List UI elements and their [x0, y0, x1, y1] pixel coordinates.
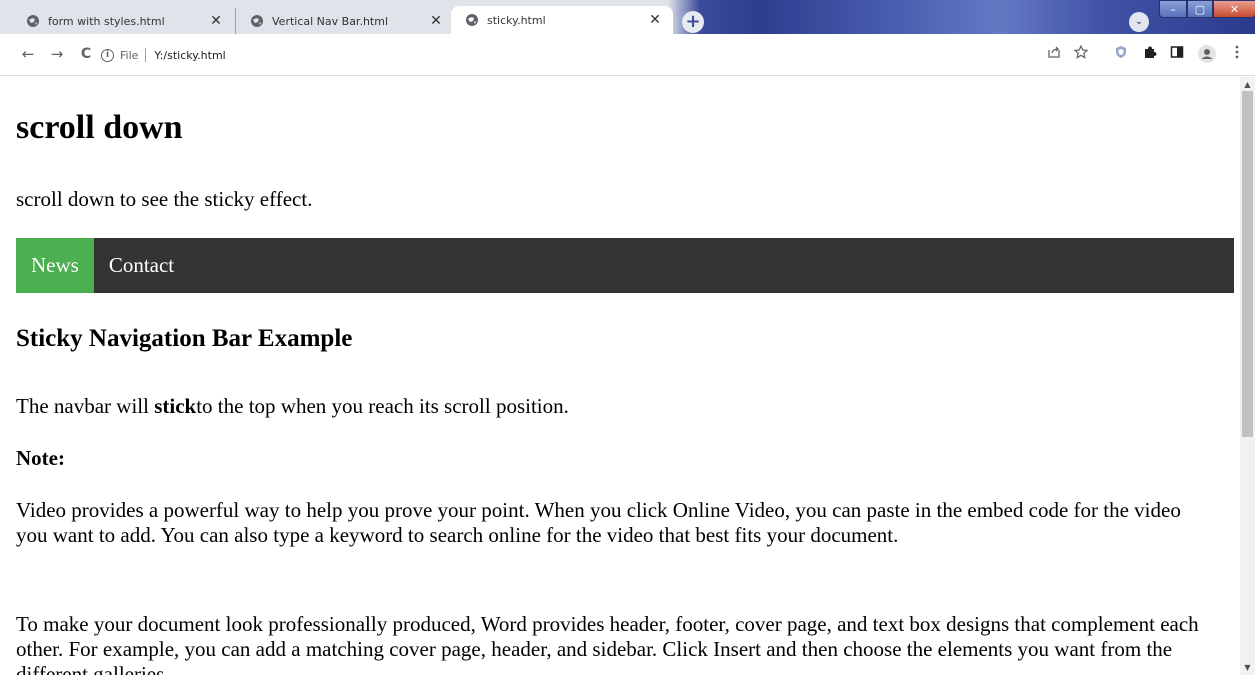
puzzle-extensions-icon[interactable] — [1141, 45, 1159, 63]
globe-icon — [251, 15, 263, 27]
scheme-label: File — [120, 48, 139, 62]
address-bar[interactable]: i File Y:/sticky.html — [101, 40, 1101, 70]
info-icon[interactable]: i — [101, 48, 114, 62]
forward-button[interactable]: → — [47, 44, 67, 64]
browser-toolbar: ← → C i File Y:/sticky.html — [0, 34, 1255, 76]
tab-vertical-nav-bar[interactable]: Vertical Nav Bar.html ✕ — [235, 8, 454, 34]
scrollbar-thumb[interactable] — [1242, 91, 1253, 437]
sentence-after: to the top when you reach its scroll pos… — [196, 394, 569, 418]
back-button[interactable]: ← — [18, 44, 38, 64]
page-intro: scroll down to see the sticky effect. — [16, 187, 313, 211]
address-text[interactable]: Y:/sticky.html — [154, 49, 225, 62]
page-viewport: scroll down scroll down to see the stick… — [0, 77, 1240, 675]
nav-link-contact[interactable]: Contact — [94, 238, 189, 293]
sentence-bold: stick — [154, 394, 197, 418]
window-controls: – ▢ ✕ — [1159, 0, 1255, 20]
tab-form-with-styles[interactable]: form with styles.html ✕ — [12, 8, 234, 34]
share-icon[interactable] — [1045, 45, 1063, 63]
tab-strip: form with styles.html ✕ Vertical Nav Bar… — [0, 0, 1255, 34]
tab-title: sticky.html — [487, 13, 546, 27]
reload-button[interactable]: C — [76, 44, 96, 64]
section-heading: Sticky Navigation Bar Example — [16, 325, 353, 352]
globe-icon — [466, 14, 478, 26]
minimize-button[interactable]: – — [1159, 0, 1187, 18]
address-separator — [145, 48, 147, 62]
scroll-down-arrow[interactable]: ▼ — [1240, 660, 1255, 675]
close-icon[interactable]: ✕ — [208, 13, 224, 29]
star-icon[interactable] — [1072, 44, 1090, 63]
window-close-button[interactable]: ✕ — [1213, 0, 1255, 18]
note-label: Note: — [16, 446, 65, 470]
close-icon[interactable]: ✕ — [647, 12, 663, 28]
shield-extension-icon[interactable] — [1112, 45, 1130, 63]
sticky-sentence: The navbar will stickto the top when you… — [16, 394, 1216, 419]
kebab-menu-icon[interactable] — [1228, 45, 1246, 63]
scroll-up-arrow[interactable]: ▲ — [1240, 77, 1255, 92]
tab-search-button[interactable]: ⌄ — [1129, 12, 1149, 32]
paragraph-word: To make your document look professionall… — [16, 612, 1199, 675]
vertical-scrollbar[interactable]: ▲ ▼ — [1240, 77, 1255, 675]
tab-title: Vertical Nav Bar.html — [272, 14, 388, 28]
tab-sticky[interactable]: sticky.html ✕ — [451, 6, 673, 34]
sticky-navbar: News Contact — [16, 238, 1234, 293]
new-tab-button[interactable]: + — [682, 11, 704, 33]
side-panel-icon[interactable] — [1168, 45, 1186, 63]
nav-link-news[interactable]: News — [16, 238, 94, 293]
sentence-before: The navbar will — [16, 394, 155, 418]
maximize-button[interactable]: ▢ — [1187, 0, 1213, 18]
close-icon[interactable]: ✕ — [428, 13, 444, 29]
globe-icon — [27, 15, 39, 27]
page-heading: scroll down — [16, 109, 183, 146]
paragraph-video: Video provides a powerful way to help yo… — [16, 498, 1181, 547]
profile-icon[interactable] — [1198, 45, 1216, 63]
tab-title: form with styles.html — [48, 14, 165, 28]
